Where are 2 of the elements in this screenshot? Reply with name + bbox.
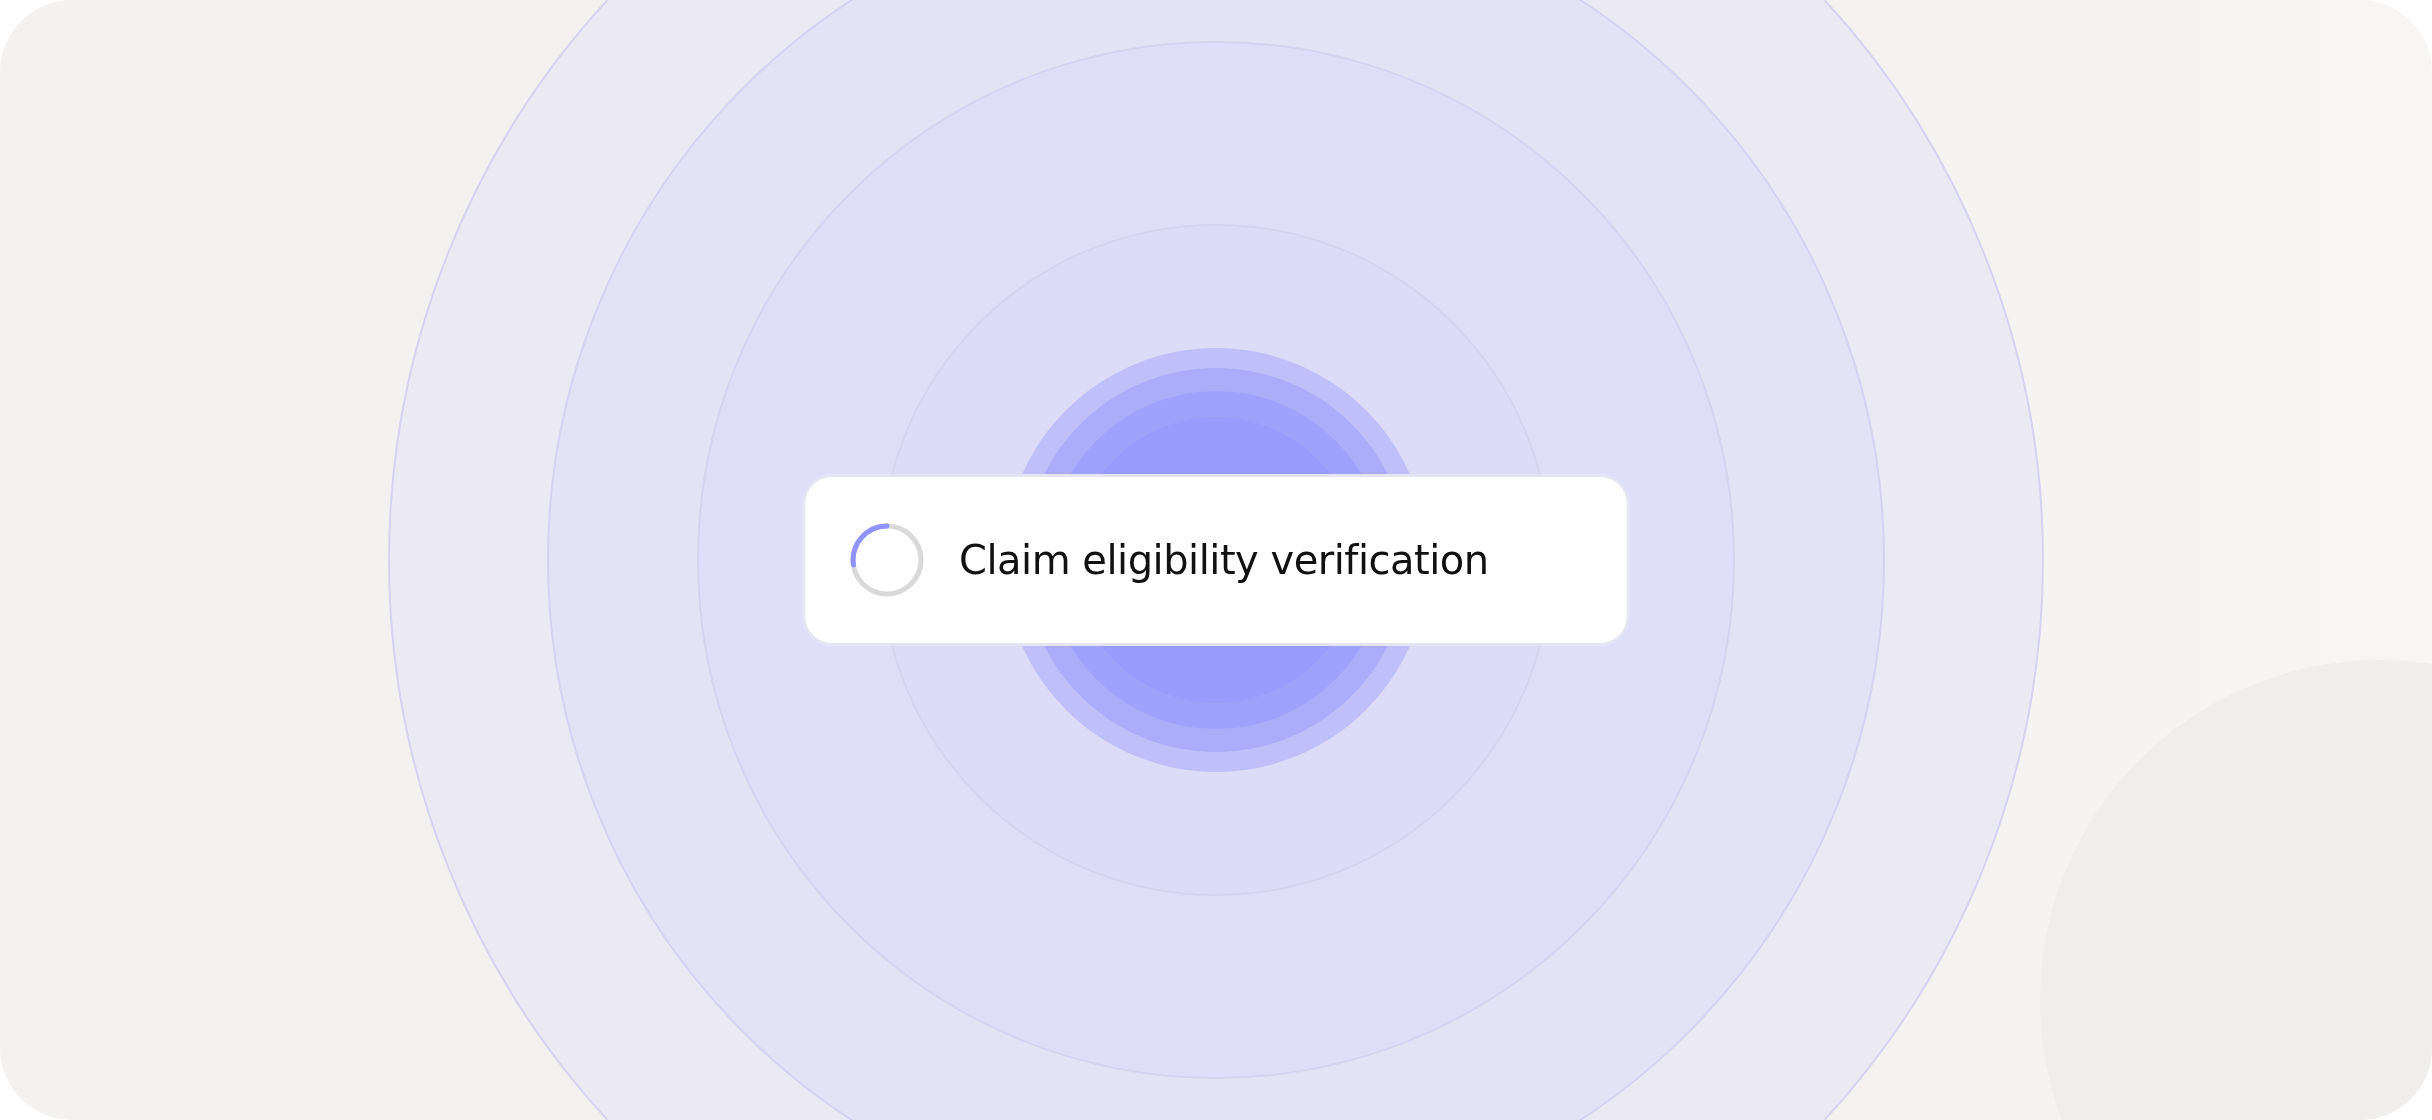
loading-spinner-icon bbox=[849, 522, 925, 598]
status-label: Claim eligibility verification bbox=[959, 537, 1489, 583]
